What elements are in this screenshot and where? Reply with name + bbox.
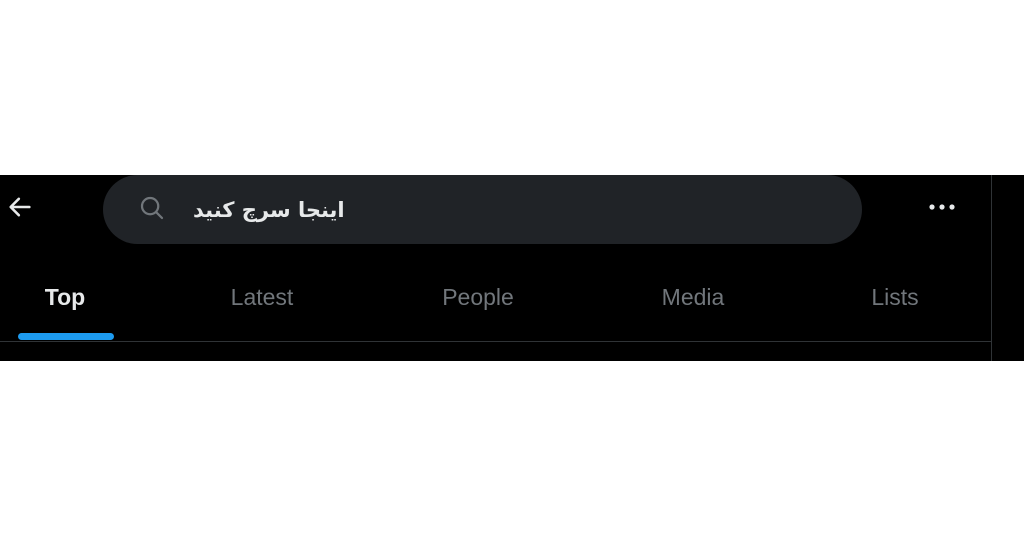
search-icon	[140, 196, 164, 220]
tab-top[interactable]: Top	[0, 253, 130, 341]
tab-media[interactable]: Media	[601, 253, 785, 341]
search-input[interactable]: اینجا سرچ کنید	[193, 190, 753, 230]
tab-people[interactable]: People	[386, 253, 570, 341]
active-tab-indicator	[18, 333, 114, 340]
search-box[interactable]: اینجا سرچ کنید	[103, 175, 862, 244]
header-bottom-divider	[0, 341, 991, 342]
search-results-header: اینجا سرچ کنید Top Latest People Media L…	[0, 175, 1024, 361]
tab-lists[interactable]: Lists	[803, 253, 987, 341]
page: اینجا سرچ کنید Top Latest People Media L…	[0, 0, 1024, 536]
more-button[interactable]	[918, 189, 966, 225]
back-button[interactable]	[2, 189, 38, 225]
tab-bar: Top Latest People Media Lists	[0, 253, 991, 341]
more-horizontal-icon	[929, 204, 955, 210]
column-divider	[991, 175, 992, 361]
arrow-left-icon	[9, 197, 31, 217]
tab-latest[interactable]: Latest	[170, 253, 354, 341]
search-header: اینجا سرچ کنید	[0, 175, 991, 247]
